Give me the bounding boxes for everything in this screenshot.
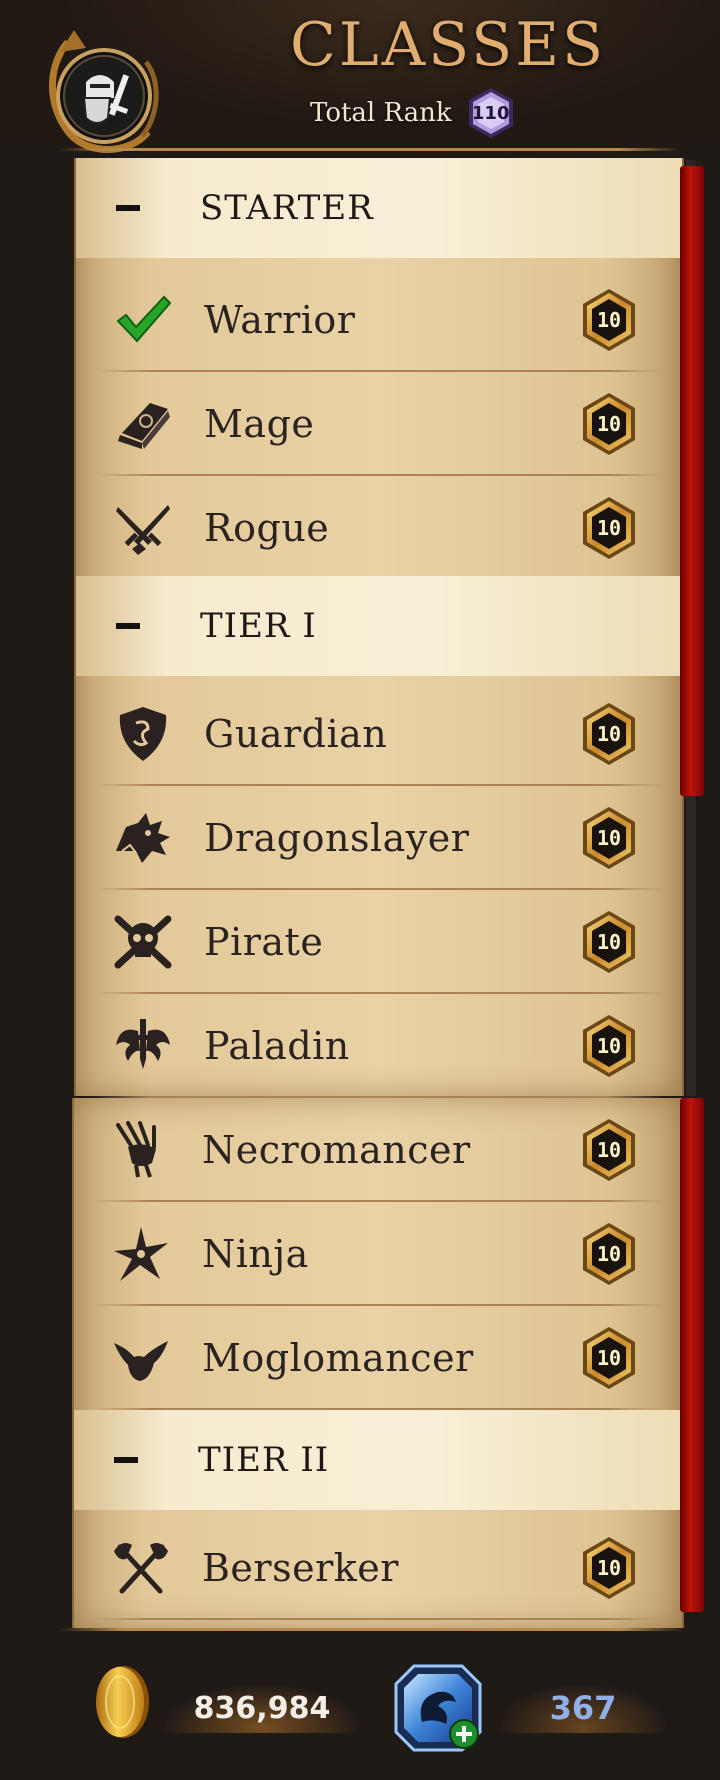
crossed-axes-icon	[114, 1543, 168, 1594]
total-rank: Total Rank 110	[310, 88, 516, 138]
rank-badge: 10	[580, 909, 638, 975]
section-title: TIER I	[200, 606, 317, 646]
gold-coin-icon	[96, 1666, 149, 1738]
class-list-panel[interactable]: STARTER Warrior 10 Mage 10 Rogue 10 TIER…	[74, 158, 684, 1098]
crossed-daggers-icon	[116, 505, 170, 555]
minus-icon[interactable]	[114, 1457, 138, 1463]
class-row-pirate[interactable]: Pirate 10	[76, 890, 682, 994]
rank-badge: 10	[580, 1535, 638, 1601]
dragon-head-icon	[116, 813, 170, 863]
rank-badge: 10	[580, 495, 638, 561]
rank-value: 10	[596, 1138, 622, 1162]
rank-value: 10	[596, 826, 622, 850]
scrollbar-thumb[interactable]	[680, 1098, 704, 1612]
class-row-ninja[interactable]: Ninja 10	[74, 1202, 682, 1306]
rank-value: 10	[596, 1556, 622, 1580]
dragon-shield-icon	[119, 707, 167, 761]
rank-value: 10	[596, 516, 622, 540]
rank-badge: 10	[580, 1325, 638, 1391]
class-name: Guardian	[204, 712, 388, 756]
class-row-guardian[interactable]: Guardian 10	[76, 682, 682, 786]
class-name: Pirate	[204, 920, 324, 964]
header: CLASSES Total Rank 110	[0, 0, 720, 153]
scrollbar-thumb[interactable]	[680, 166, 704, 796]
class-emblem	[30, 22, 170, 162]
class-row-moglomancer[interactable]: Moglomancer 10	[74, 1306, 682, 1410]
section-title: STARTER	[200, 188, 374, 228]
class-row-necromancer[interactable]: Necromancer 10	[74, 1098, 682, 1202]
class-name: Rogue	[204, 506, 330, 550]
gold-amount: 836,984	[162, 1683, 362, 1733]
rank-badge: 10	[580, 1221, 638, 1287]
class-name: Dragonslayer	[204, 816, 470, 860]
page-title: CLASSES	[290, 10, 607, 80]
class-row-rogue[interactable]: Rogue 10	[76, 476, 682, 580]
rank-value: 10	[596, 930, 622, 954]
header-divider	[60, 148, 680, 151]
class-row-dragonslayer[interactable]: Dragonslayer 10	[76, 786, 682, 890]
winged-sword-icon	[116, 1019, 170, 1069]
class-name: Berserker	[202, 1546, 399, 1590]
section-header-starter[interactable]: STARTER	[76, 158, 682, 258]
class-row-paladin[interactable]: Paladin 10	[76, 994, 682, 1098]
skull-crossbones-icon	[114, 915, 172, 969]
rank-badge: 10	[580, 287, 638, 353]
class-name: Moglomancer	[202, 1336, 474, 1380]
class-name: Ninja	[202, 1232, 309, 1276]
class-row-berserker[interactable]: Berserker 10	[74, 1516, 682, 1620]
section-header-tier-2[interactable]: TIER II	[74, 1410, 682, 1510]
rank-value: 10	[596, 1242, 622, 1266]
checkmark-icon	[116, 295, 172, 343]
classes-screen: CLASSES Total Rank 110 STARTER Warrior 1…	[0, 0, 720, 1780]
dragon-amulet-amount: 367	[498, 1683, 668, 1733]
rank-value: 10	[596, 1034, 622, 1058]
class-name: Warrior	[204, 298, 356, 342]
total-rank-label: Total Rank	[310, 98, 452, 128]
rank-value: 10	[596, 412, 622, 436]
section-title: TIER II	[198, 1440, 330, 1480]
rank-value: 10	[596, 722, 622, 746]
class-row-warrior[interactable]: Warrior 10	[76, 268, 682, 372]
class-name: Mage	[204, 402, 315, 446]
knight-helmet-shield-icon	[49, 30, 159, 153]
section-header-tier-1[interactable]: TIER I	[76, 576, 682, 676]
minus-icon[interactable]	[116, 205, 140, 211]
class-name: Necromancer	[202, 1128, 471, 1172]
rank-value: 10	[596, 308, 622, 332]
rank-badge: 10	[580, 391, 638, 457]
rank-badge: 10	[580, 805, 638, 871]
rank-badge: 10	[580, 1117, 638, 1183]
rank-value: 10	[596, 1346, 622, 1370]
rank-badge: 10	[580, 701, 638, 767]
total-rank-badge: 110	[466, 86, 516, 140]
mogloween-ears-icon	[114, 1341, 168, 1381]
minus-icon[interactable]	[116, 623, 140, 629]
class-row-mage[interactable]: Mage 10	[76, 372, 682, 476]
class-list-panel-continued[interactable]: Necromancer 10 Ninja 10 Moglomancer 10 T…	[72, 1098, 684, 1628]
spellbook-icon	[118, 403, 170, 449]
skeletal-hand-icon	[116, 1121, 156, 1178]
rank-badge: 10	[580, 1013, 638, 1079]
class-name: Paladin	[204, 1024, 350, 1068]
shuriken-icon	[114, 1227, 168, 1281]
footer-divider	[60, 1628, 684, 1631]
dragon-gem-icon[interactable]	[392, 1662, 484, 1754]
total-rank-value: 110	[471, 102, 510, 124]
